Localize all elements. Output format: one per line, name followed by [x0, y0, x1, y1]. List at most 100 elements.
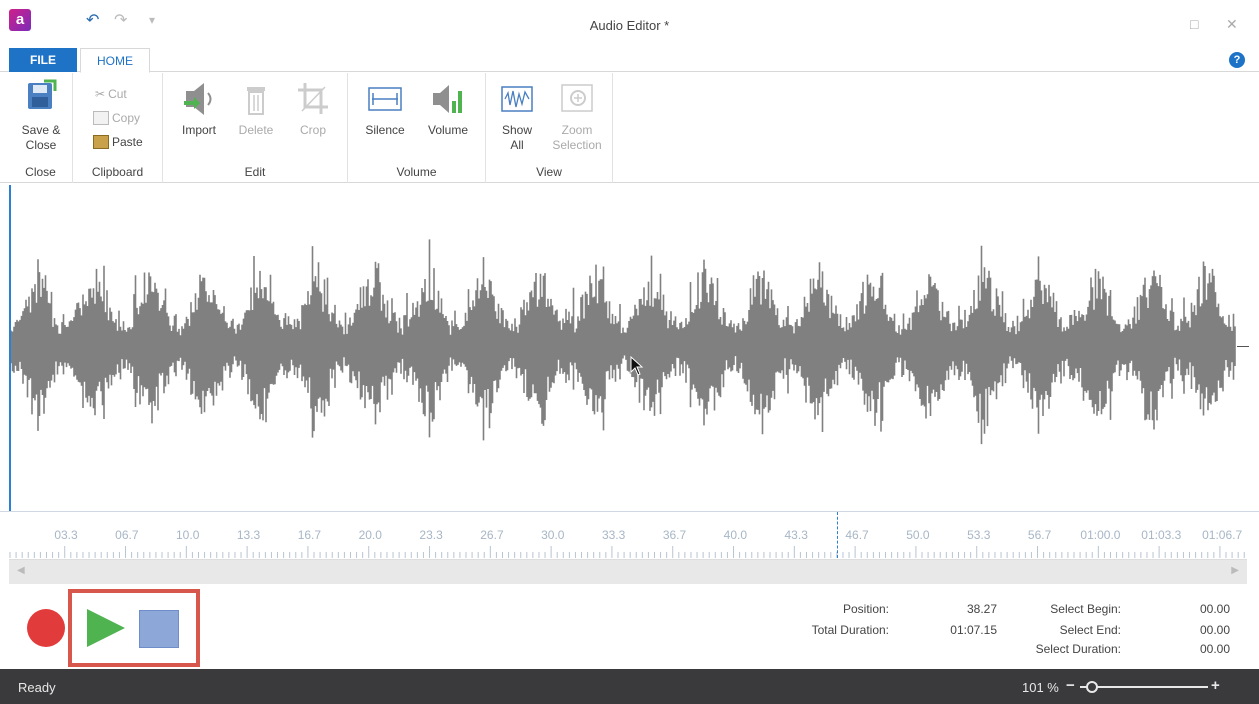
timeline-tick-label: 50.0 [906, 528, 930, 542]
status-text: Ready [18, 680, 56, 695]
play-button[interactable] [87, 609, 125, 647]
zoom-out-icon[interactable]: − [1066, 677, 1075, 694]
window-title: Audio Editor * [589, 18, 670, 33]
select-duration-value: 00.00 [1199, 642, 1230, 656]
zoom-slider-thumb[interactable] [1086, 681, 1099, 693]
timeline-tick-label: 01:00.0 [1080, 528, 1121, 542]
timeline-tick-label: 56.7 [1027, 528, 1052, 542]
show-all-icon [501, 86, 533, 112]
save-close-icon [28, 79, 57, 109]
scroll-right-icon[interactable]: ▶ [1231, 565, 1239, 576]
timeline-tick-label: 16.7 [297, 528, 322, 542]
timeline-tick-label: 40.0 [723, 528, 748, 542]
save-close-button[interactable]: Save & Close [15, 79, 67, 153]
record-button[interactable] [27, 609, 65, 647]
save-close-label: Save & [21, 123, 61, 137]
zoom-in-icon[interactable]: + [1211, 677, 1220, 694]
timeline-tick-label: 33.3 [601, 528, 626, 542]
ribbon-group-close: Save & Close Close [9, 73, 73, 183]
status-bar: Ready 101 % − + [0, 669, 1259, 704]
timeline-tick-label: 03.3 [54, 528, 78, 542]
tab-home[interactable]: HOME [80, 48, 150, 73]
timeline-ruler[interactable]: 03.3 06.7 10.0 13.3 16.7 20.0 23.3 26.7 30.0 33.3… [0, 511, 1259, 559]
waveform[interactable] [0, 184, 1259, 511]
cut-button[interactable]: ✂ Cut [95, 87, 127, 101]
crop-label: Crop [299, 123, 326, 137]
group-label-clipboard: Clipboard [91, 165, 144, 179]
show-all-label-2: All [510, 138, 524, 152]
ribbon-group-volume: Silence Volume Volume [348, 73, 486, 183]
timeline-tick-label: 46.7 [845, 528, 869, 542]
maximize-icon[interactable]: □ [1190, 16, 1198, 32]
ribbon-group-clipboard: ✂ Cut Copy Paste Clipboard [73, 73, 163, 183]
paste-icon [93, 135, 109, 149]
ribbon-group-edit: Import Delete Crop Edit [163, 73, 348, 183]
zoom-selection-icon [561, 84, 593, 112]
scroll-left-icon[interactable]: ◀ [17, 565, 25, 576]
volume-label: Volume [427, 123, 469, 137]
silence-icon [368, 87, 402, 111]
transport-panel: Position: 38.27 Total Duration: 01:07.15… [0, 585, 1259, 669]
timeline-tick-label: 53.3 [967, 528, 991, 542]
trash-icon [247, 87, 265, 115]
waveform-canvas[interactable] [0, 184, 1259, 511]
total-duration-value: 01:07.15 [950, 623, 997, 637]
ribbon-group-view: Show All Zoom Selection View [486, 73, 613, 183]
group-label-close: Close [25, 165, 56, 179]
timeline-tick-label: 30.0 [541, 528, 565, 542]
select-begin-label: Select Begin: [1050, 602, 1121, 616]
select-end-label: Select End: [1059, 623, 1121, 637]
paste-button[interactable]: Paste [93, 135, 143, 149]
help-icon[interactable]: ? [1229, 52, 1245, 68]
timeline-tick-label: 13.3 [236, 528, 261, 542]
save-close-label-2: Close [25, 138, 57, 152]
zoom-selection-label-2: Selection [552, 138, 602, 152]
cut-label: Cut [108, 87, 127, 101]
copy-icon [93, 111, 109, 125]
select-end-value: 00.00 [1199, 623, 1230, 637]
timeline-tick-label: 01:03.3 [1141, 528, 1182, 542]
ribbon-tabs: FILE HOME ? [0, 48, 1259, 73]
title-bar: a ↶ ↷ ▾ Audio Editor * □ ✕ [0, 0, 1259, 48]
timeline-tick-label: 26.7 [480, 528, 504, 542]
zoom-level: 101 % [1022, 680, 1059, 695]
silence-label: Silence [365, 123, 405, 137]
timeline-tick-label: 01:06.7 [1202, 528, 1243, 542]
position-label: Position: [842, 602, 889, 616]
import-button[interactable]: Import [173, 79, 225, 138]
group-label-volume: Volume [396, 165, 437, 179]
zoom-selection-button[interactable]: Zoom Selection [546, 79, 608, 153]
tab-file[interactable]: FILE [9, 48, 77, 72]
group-label-view: View [536, 165, 562, 179]
crop-button[interactable]: Crop [289, 79, 337, 138]
timeline-tick-label: 10.0 [176, 528, 200, 542]
ribbon: Save & Close Close ✂ Cut Copy Paste Clip… [0, 73, 1259, 183]
scissors-icon: ✂ [95, 87, 106, 101]
import-icon [184, 83, 212, 115]
select-duration-label: Select Duration: [1035, 642, 1121, 656]
import-label: Import [181, 123, 216, 137]
delete-label: Delete [238, 123, 274, 137]
show-all-button[interactable]: Show All [494, 79, 540, 153]
crop-icon [298, 83, 328, 114]
zoom-slider-track[interactable] [1080, 686, 1208, 688]
silence-button[interactable]: Silence [360, 79, 410, 138]
group-label-edit: Edit [244, 165, 266, 179]
mouse-pointer-icon [630, 356, 644, 376]
copy-label: Copy [112, 111, 141, 125]
paste-label: Paste [112, 135, 143, 149]
delete-button[interactable]: Delete [231, 79, 281, 138]
volume-icon [433, 85, 462, 113]
close-icon[interactable]: ✕ [1226, 16, 1238, 33]
volume-button[interactable]: Volume [420, 79, 476, 138]
select-begin-value: 00.00 [1199, 602, 1230, 616]
timeline-tick-label: 06.7 [115, 528, 139, 542]
playback-cursor[interactable] [9, 185, 11, 560]
timeline-tick-label: 20.0 [358, 528, 382, 542]
timeline-tick-label: 23.3 [419, 528, 443, 542]
stop-button[interactable] [139, 610, 179, 648]
playhead-marker[interactable] [837, 512, 838, 558]
zoom-selection-label: Zoom [561, 123, 593, 137]
copy-button[interactable]: Copy [93, 111, 140, 125]
horizontal-scrollbar[interactable]: ◀ ▶ [9, 559, 1247, 584]
